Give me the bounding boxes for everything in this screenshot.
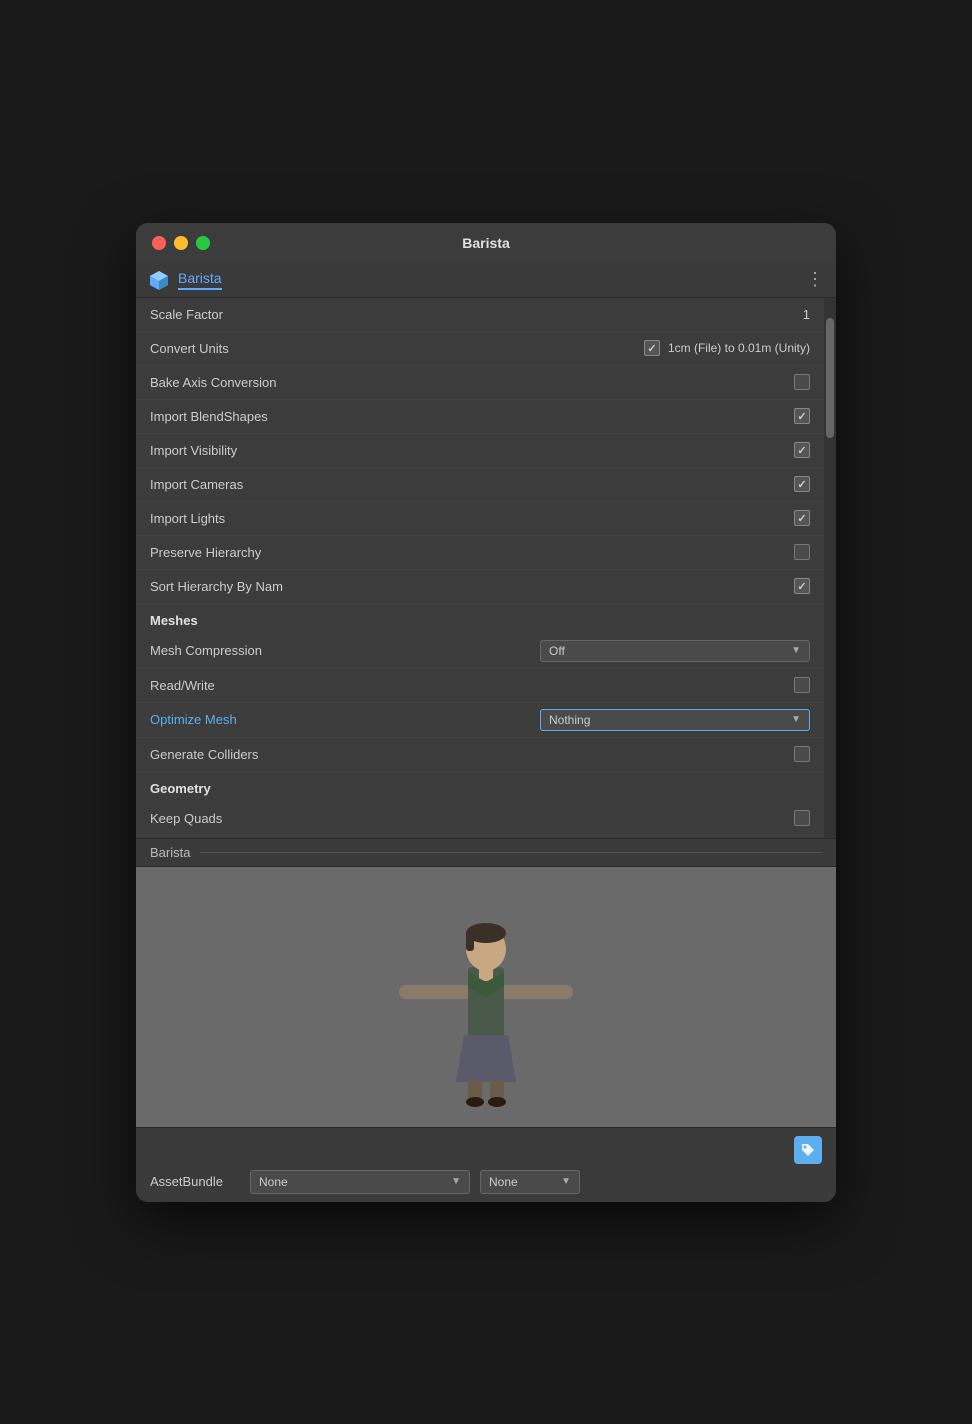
asset-bundle-arrow-2: ▼ <box>561 1176 571 1187</box>
barista-cube-icon <box>148 269 170 291</box>
barista-divider: Barista <box>136 838 836 867</box>
convert-units-value: 1cm (File) to 0.01m (Unity) <box>668 341 810 355</box>
import-visibility-label: Import Visibility <box>150 443 794 458</box>
import-blendshapes-row: Import BlendShapes <box>136 400 824 434</box>
optimize-mesh-arrow: ▼ <box>791 714 801 725</box>
keep-quads-row: Keep Quads <box>136 802 824 836</box>
scrollbar[interactable] <box>824 298 836 838</box>
asset-bundle-value-2: None <box>489 1175 518 1189</box>
asset-bundle-row: AssetBundle None ▼ None ▼ <box>150 1170 822 1194</box>
import-lights-row: Import Lights <box>136 502 824 536</box>
import-blendshapes-checkbox[interactable] <box>794 408 810 424</box>
read-write-label: Read/Write <box>150 678 794 693</box>
bake-axis-label: Bake Axis Conversion <box>150 375 794 390</box>
tag-svg <box>800 1142 816 1158</box>
import-visibility-row: Import Visibility <box>136 434 824 468</box>
import-cameras-checkbox[interactable] <box>794 476 810 492</box>
asset-bundle-dropdown-1[interactable]: None ▼ <box>250 1170 470 1194</box>
generate-colliders-label: Generate Colliders <box>150 747 794 762</box>
generate-colliders-row: Generate Colliders <box>136 738 824 772</box>
bottom-bar: AssetBundle None ▼ None ▼ <box>136 1127 836 1202</box>
scale-factor-label: Scale Factor <box>150 307 803 322</box>
import-lights-label: Import Lights <box>150 511 794 526</box>
settings-panel: Scale Factor 1 Convert Units 1cm (File) … <box>136 298 824 838</box>
generate-colliders-checkbox[interactable] <box>794 746 810 762</box>
traffic-lights <box>152 236 210 250</box>
scale-factor-row: Scale Factor 1 <box>136 298 824 332</box>
sort-hierarchy-checkbox[interactable] <box>794 578 810 594</box>
more-options-button[interactable]: ⋮ <box>806 269 824 290</box>
import-blendshapes-label: Import BlendShapes <box>150 409 794 424</box>
scale-factor-value: 1 <box>803 307 810 322</box>
mesh-compression-dropdown[interactable]: Off ▼ <box>540 640 810 662</box>
read-write-row: Read/Write <box>136 669 824 703</box>
asset-bundle-value-1: None <box>259 1175 288 1189</box>
window-title: Barista <box>462 235 509 251</box>
import-visibility-checkbox[interactable] <box>794 442 810 458</box>
mesh-compression-arrow: ▼ <box>791 645 801 656</box>
toolbar: Barista ⋮ <box>136 263 836 298</box>
optimize-mesh-dropdown[interactable]: Nothing ▼ <box>540 709 810 731</box>
optimize-mesh-label: Optimize Mesh <box>150 712 540 727</box>
sort-hierarchy-row: Sort Hierarchy By Nam <box>136 570 824 604</box>
asset-bundle-label: AssetBundle <box>150 1174 240 1189</box>
tag-icon[interactable] <box>794 1136 822 1164</box>
bake-axis-checkbox[interactable] <box>794 374 810 390</box>
import-cameras-row: Import Cameras <box>136 468 824 502</box>
main-content: Scale Factor 1 Convert Units 1cm (File) … <box>136 298 836 838</box>
convert-units-checkbox[interactable] <box>644 340 660 356</box>
bake-axis-row: Bake Axis Conversion <box>136 366 824 400</box>
meshes-section-header: Meshes <box>150 613 198 628</box>
close-button[interactable] <box>152 236 166 250</box>
preserve-hierarchy-checkbox[interactable] <box>794 544 810 560</box>
preserve-hierarchy-row: Preserve Hierarchy <box>136 536 824 570</box>
keep-quads-checkbox[interactable] <box>794 810 810 826</box>
preserve-hierarchy-label: Preserve Hierarchy <box>150 545 794 560</box>
toolbar-left: Barista <box>148 269 222 291</box>
scrollbar-thumb[interactable] <box>826 318 834 438</box>
mesh-compression-label: Mesh Compression <box>150 643 540 658</box>
keep-quads-label: Keep Quads <box>150 811 794 826</box>
read-write-checkbox[interactable] <box>794 677 810 693</box>
mesh-compression-value: Off <box>549 644 565 658</box>
maximize-button[interactable] <box>196 236 210 250</box>
import-lights-checkbox[interactable] <box>794 510 810 526</box>
weld-vertices-row: Weld Vertices <box>136 836 824 838</box>
barista-divider-line <box>200 852 822 853</box>
preview-area <box>136 867 836 1127</box>
character-preview <box>386 887 586 1107</box>
import-cameras-label: Import Cameras <box>150 477 794 492</box>
tag-row <box>150 1136 822 1164</box>
optimize-mesh-value: Nothing <box>549 713 590 727</box>
geometry-section-header-row: Geometry <box>136 772 824 802</box>
optimize-mesh-row: Optimize Mesh Nothing ▼ <box>136 703 824 738</box>
mesh-compression-row: Mesh Compression Off ▼ <box>136 634 824 669</box>
title-bar: Barista <box>136 223 836 263</box>
asset-bundle-arrow-1: ▼ <box>451 1176 461 1187</box>
convert-units-label: Convert Units <box>150 341 644 356</box>
asset-bundle-dropdown-2[interactable]: None ▼ <box>480 1170 580 1194</box>
convert-units-row: Convert Units 1cm (File) to 0.01m (Unity… <box>136 332 824 366</box>
toolbar-title[interactable]: Barista <box>178 270 222 290</box>
meshes-section-header-row: Meshes <box>136 604 824 634</box>
minimize-button[interactable] <box>174 236 188 250</box>
main-window: Barista Barista ⋮ Scale Factor 1 Convert… <box>136 223 836 1202</box>
geometry-section-header: Geometry <box>150 781 211 796</box>
sort-hierarchy-label: Sort Hierarchy By Nam <box>150 579 794 594</box>
barista-section-label: Barista <box>150 845 190 860</box>
